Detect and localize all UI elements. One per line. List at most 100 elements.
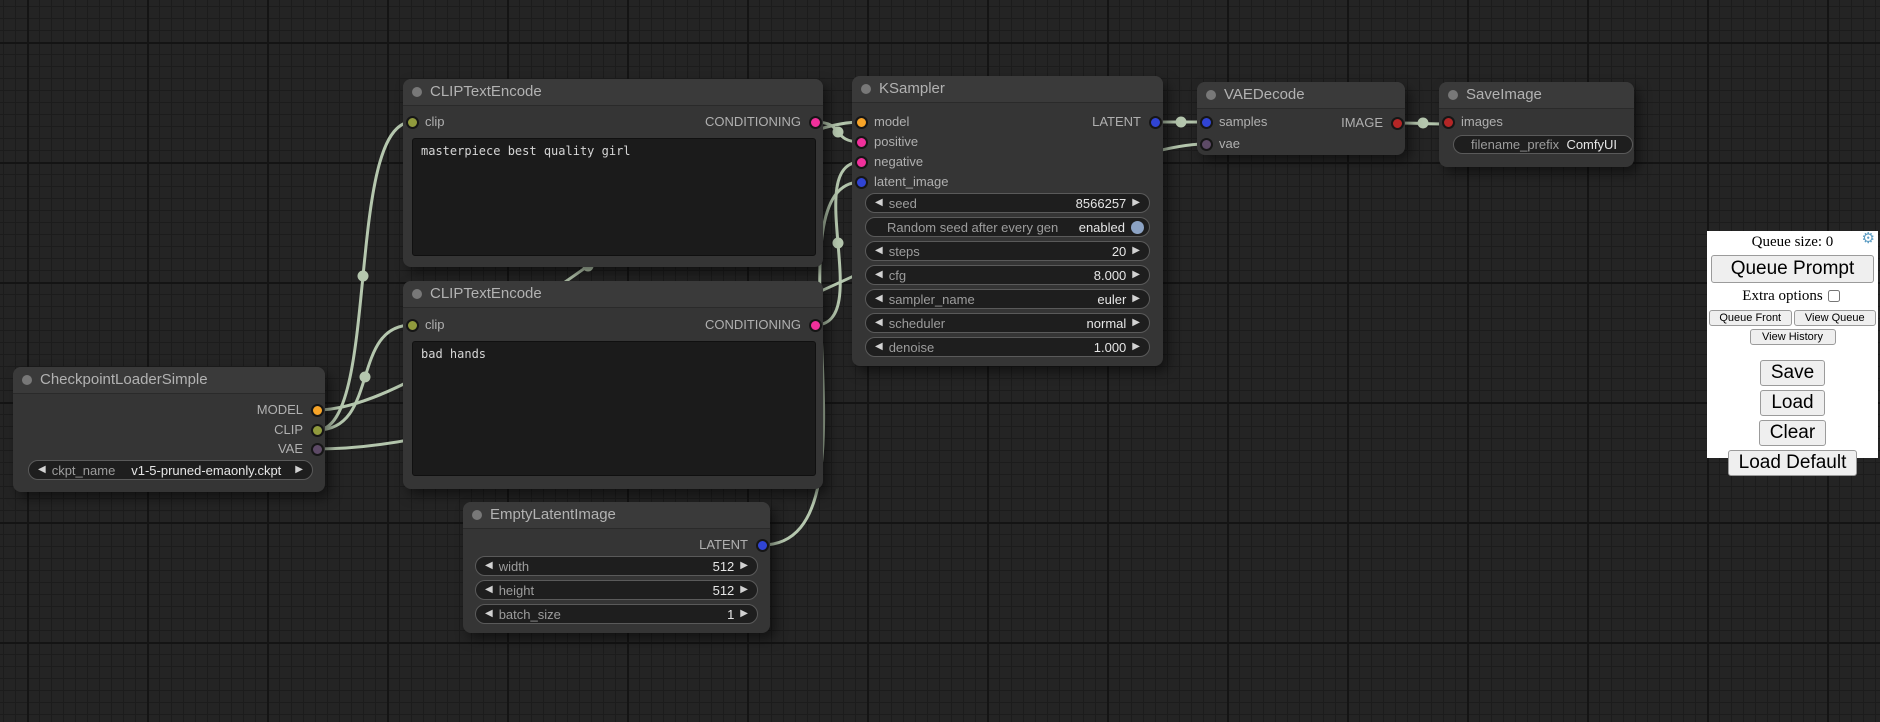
port-clip-output[interactable] — [311, 424, 324, 437]
arrow-left-icon[interactable]: ◀ — [485, 580, 493, 600]
port-conditioning-output[interactable] — [809, 116, 822, 129]
collapse-dot-icon[interactable] — [861, 84, 871, 94]
collapse-dot-icon[interactable] — [1206, 90, 1216, 100]
collapse-dot-icon[interactable] — [412, 87, 422, 97]
arrow-right-icon[interactable]: ▶ — [740, 580, 748, 600]
gear-icon[interactable]: ⚙ — [1862, 232, 1875, 247]
port-label-latent: LATENT — [699, 537, 748, 553]
collapse-dot-icon[interactable] — [1448, 90, 1458, 100]
port-image-output[interactable] — [1391, 117, 1404, 130]
arrow-left-icon[interactable]: ◀ — [875, 193, 883, 213]
widget-value: 20 — [1112, 244, 1126, 259]
node-empty-latent-image[interactable]: EmptyLatentImage LATENT ◀ width 512 ▶ ◀ … — [463, 502, 770, 633]
arrow-left-icon[interactable]: ◀ — [485, 556, 493, 576]
arrow-right-icon[interactable]: ▶ — [740, 604, 748, 624]
arrow-left-icon[interactable]: ◀ — [875, 337, 883, 357]
widget-value: 1.000 — [1094, 340, 1127, 355]
arrow-right-icon[interactable]: ▶ — [295, 460, 303, 480]
widget-scheduler[interactable]: ◀ scheduler normal ▶ — [865, 313, 1150, 333]
widget-ckpt-name[interactable]: ◀ ckpt_name v1-5-pruned-emaonly.ckpt ▶ — [28, 460, 313, 480]
port-negative-input[interactable] — [855, 156, 868, 169]
port-latent-output[interactable] — [1149, 116, 1162, 129]
widget-batch-size[interactable]: ◀ batch_size 1 ▶ — [475, 604, 758, 624]
port-label-vae: VAE — [278, 441, 303, 457]
widget-steps[interactable]: ◀ steps 20 ▶ — [865, 241, 1150, 261]
node-title-bar[interactable]: KSampler — [852, 76, 1163, 103]
toggle-enabled-icon[interactable] — [1131, 221, 1144, 234]
node-save-image[interactable]: SaveImage images filename_prefix ComfyUI — [1439, 82, 1634, 167]
port-label-samples: samples — [1219, 114, 1267, 130]
node-title-bar[interactable]: CLIPTextEncode — [403, 281, 823, 308]
queue-front-button[interactable]: Queue Front — [1709, 310, 1792, 326]
node-vae-decode[interactable]: VAEDecode samples vae IMAGE — [1197, 82, 1405, 155]
widget-seed[interactable]: ◀ seed 8566257 ▶ — [865, 193, 1150, 213]
queue-prompt-button[interactable]: Queue Prompt — [1711, 255, 1874, 283]
port-latent-output[interactable] — [756, 539, 769, 552]
arrow-right-icon[interactable]: ▶ — [1132, 289, 1140, 309]
port-label-clip: clip — [425, 317, 445, 333]
port-vae-output[interactable] — [311, 443, 324, 456]
clear-button[interactable]: Clear — [1759, 420, 1826, 446]
widget-denoise[interactable]: ◀ denoise 1.000 ▶ — [865, 337, 1150, 357]
link-dot — [1418, 118, 1429, 129]
queue-size-label: Queue size: 0 — [1752, 234, 1834, 250]
extra-options-checkbox[interactable] — [1828, 290, 1840, 302]
negative-prompt-textarea[interactable]: bad hands — [412, 341, 816, 476]
widget-width[interactable]: ◀ width 512 ▶ — [475, 556, 758, 576]
node-ksampler[interactable]: KSampler model positive negative latent_… — [852, 76, 1163, 366]
widget-cfg[interactable]: ◀ cfg 8.000 ▶ — [865, 265, 1150, 285]
arrow-left-icon[interactable]: ◀ — [485, 604, 493, 624]
collapse-dot-icon[interactable] — [472, 510, 482, 520]
arrow-right-icon[interactable]: ▶ — [1132, 337, 1140, 357]
node-title: SaveImage — [1466, 86, 1542, 103]
port-model-input[interactable] — [855, 116, 868, 129]
widget-label: steps — [889, 244, 920, 259]
node-checkpoint-loader[interactable]: CheckpointLoaderSimple MODEL CLIP VAE ◀ … — [13, 367, 325, 492]
arrow-left-icon[interactable]: ◀ — [875, 289, 883, 309]
widget-label: sampler_name — [889, 292, 975, 307]
arrow-right-icon[interactable]: ▶ — [1132, 265, 1140, 285]
widget-label: batch_size — [499, 607, 561, 622]
port-vae-input[interactable] — [1200, 138, 1213, 151]
positive-prompt-textarea[interactable]: masterpiece best quality girl — [412, 138, 816, 256]
port-positive-input[interactable] — [855, 136, 868, 149]
widget-sampler-name[interactable]: ◀ sampler_name euler ▶ — [865, 289, 1150, 309]
node-title-bar[interactable]: CheckpointLoaderSimple — [13, 367, 325, 394]
widget-random-seed-toggle[interactable]: Random seed after every gen enabled — [865, 217, 1150, 237]
arrow-right-icon[interactable]: ▶ — [740, 556, 748, 576]
node-title-bar[interactable]: VAEDecode — [1197, 82, 1405, 109]
node-title-bar[interactable]: CLIPTextEncode — [403, 79, 823, 106]
arrow-right-icon[interactable]: ▶ — [1132, 193, 1140, 213]
node-title-bar[interactable]: EmptyLatentImage — [463, 502, 770, 529]
widget-height[interactable]: ◀ height 512 ▶ — [475, 580, 758, 600]
save-button[interactable]: Save — [1760, 360, 1825, 386]
widget-value: 512 — [713, 559, 735, 574]
load-default-button[interactable]: Load Default — [1728, 450, 1858, 476]
view-history-button[interactable]: View History — [1750, 329, 1836, 345]
node-clip-text-encode-positive[interactable]: CLIPTextEncode clip CONDITIONING masterp… — [403, 79, 823, 267]
arrow-right-icon[interactable]: ▶ — [1132, 241, 1140, 261]
arrow-left-icon[interactable]: ◀ — [875, 265, 883, 285]
port-clip-input[interactable] — [406, 116, 419, 129]
widget-filename-prefix[interactable]: filename_prefix ComfyUI — [1453, 135, 1633, 154]
node-title-bar[interactable]: SaveImage — [1439, 82, 1634, 109]
port-model-output[interactable] — [311, 404, 324, 417]
port-samples-input[interactable] — [1200, 116, 1213, 129]
widget-value: normal — [1087, 316, 1127, 331]
node-clip-text-encode-negative[interactable]: CLIPTextEncode clip CONDITIONING bad han… — [403, 281, 823, 489]
collapse-dot-icon[interactable] — [22, 375, 32, 385]
arrow-right-icon[interactable]: ▶ — [1132, 313, 1140, 333]
port-images-input[interactable] — [1442, 116, 1455, 129]
view-queue-button[interactable]: View Queue — [1794, 310, 1877, 326]
port-conditioning-output[interactable] — [809, 319, 822, 332]
widget-label: cfg — [889, 268, 906, 283]
widget-value: 512 — [713, 583, 735, 598]
load-button[interactable]: Load — [1760, 390, 1824, 416]
port-latent-image-input[interactable] — [855, 176, 868, 189]
arrow-left-icon[interactable]: ◀ — [38, 460, 46, 480]
port-label-vae: vae — [1219, 136, 1240, 152]
port-clip-input[interactable] — [406, 319, 419, 332]
arrow-left-icon[interactable]: ◀ — [875, 241, 883, 261]
collapse-dot-icon[interactable] — [412, 289, 422, 299]
arrow-left-icon[interactable]: ◀ — [875, 313, 883, 333]
